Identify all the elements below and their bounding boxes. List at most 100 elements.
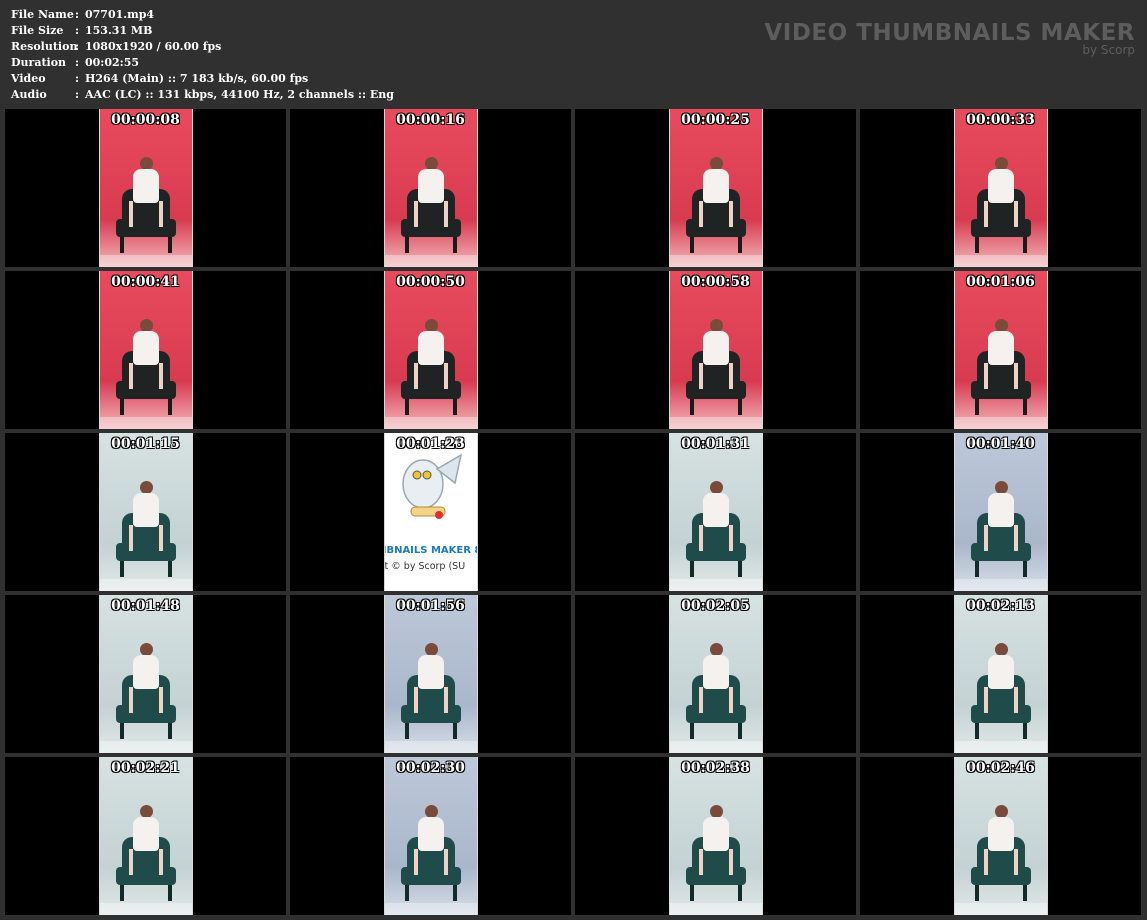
figure-body	[702, 169, 729, 203]
person-figure	[983, 157, 1018, 227]
thumbnail-frame: 00:00:50	[384, 271, 477, 429]
thumbnail-cell[interactable]: 00:02:05	[575, 595, 856, 753]
figure-body	[132, 493, 159, 527]
figure-legs	[983, 201, 1018, 227]
chair-leg	[737, 561, 742, 577]
person-figure	[128, 643, 163, 713]
thumbnail-cell[interactable]: 00:00:50	[290, 271, 571, 429]
info-key: Duration	[11, 56, 67, 69]
info-row-file-name: File Name : 07701.mp4	[11, 7, 394, 23]
thumbnail-cell[interactable]: 00:01:15	[5, 433, 286, 591]
chair-leg	[974, 723, 979, 739]
figure-legs	[413, 363, 448, 389]
thumbnail-frame: 00:00:41	[99, 271, 192, 429]
info-row-duration: Duration : 00:02:55	[11, 55, 394, 71]
floor	[669, 255, 762, 267]
person-figure	[413, 157, 448, 227]
thumbnail-frame: MBNAILS MAKER 8 nt © by Scorp (SU 00:01:23	[384, 433, 477, 591]
thumbnail-frame: 00:00:58	[669, 271, 762, 429]
brand-watermark: VIDEO THUMBNAILS MAKER by Scorp	[764, 20, 1135, 56]
thumbnail-cell[interactable]: 00:00:16	[290, 109, 571, 267]
figure-body	[987, 655, 1014, 689]
chair-leg	[974, 885, 979, 901]
thumbnail-cell[interactable]: 00:02:30	[290, 757, 571, 915]
chair-leg	[1022, 237, 1027, 253]
chair-leg	[689, 723, 694, 739]
floor	[384, 417, 477, 429]
person-figure	[983, 481, 1018, 551]
thumbnail-cell[interactable]: MBNAILS MAKER 8 nt © by Scorp (SU 00:01:23	[290, 433, 571, 591]
figure-body	[987, 493, 1014, 527]
figure-body	[132, 169, 159, 203]
figure-legs	[128, 525, 163, 551]
chair-leg	[404, 399, 409, 415]
thumbnail-timestamp: 00:00:08	[111, 112, 180, 128]
figure-body	[417, 817, 444, 851]
floor	[99, 903, 192, 915]
floor	[954, 903, 1047, 915]
chair-leg	[452, 237, 457, 253]
thumbnail-timestamp: 00:02:38	[681, 760, 750, 776]
chair-leg	[452, 885, 457, 901]
thumbnail-cell[interactable]: 00:01:48	[5, 595, 286, 753]
chair-leg	[737, 885, 742, 901]
chair-leg	[119, 561, 124, 577]
person-figure	[698, 481, 733, 551]
thumbnail-cell[interactable]: 00:01:40	[860, 433, 1141, 591]
figure-legs	[983, 687, 1018, 713]
chair-leg	[119, 399, 124, 415]
thumbnail-cell[interactable]: 00:01:31	[575, 433, 856, 591]
info-value-file-size: 153.31 MB	[85, 24, 153, 37]
thumbnail-frame: 00:00:25	[669, 109, 762, 267]
thumbnail-timestamp: 00:02:21	[111, 760, 180, 776]
thumbnail-timestamp: 00:01:15	[111, 436, 180, 452]
figure-body	[987, 331, 1014, 365]
info-separator: :	[75, 8, 80, 21]
thumbnail-frame: 00:02:13	[954, 595, 1047, 753]
figure-body	[132, 655, 159, 689]
person-figure	[413, 319, 448, 389]
thumbnail-timestamp: 00:00:41	[111, 274, 180, 290]
thumbnail-cell[interactable]: 00:00:33	[860, 109, 1141, 267]
floor	[99, 579, 192, 591]
chair-leg	[689, 885, 694, 901]
floor	[99, 741, 192, 753]
floor	[954, 579, 1047, 591]
thumbnail-cell[interactable]: 00:01:56	[290, 595, 571, 753]
thumbnail-frame: 00:00:08	[99, 109, 192, 267]
figure-legs	[698, 201, 733, 227]
figure-body	[702, 331, 729, 365]
thumbnail-timestamp: 00:02:13	[966, 598, 1035, 614]
figure-legs	[128, 849, 163, 875]
figure-legs	[128, 687, 163, 713]
floor	[954, 741, 1047, 753]
chair-leg	[119, 723, 124, 739]
chair-leg	[1022, 399, 1027, 415]
person-figure	[128, 805, 163, 875]
person-figure	[983, 643, 1018, 713]
info-key: Audio	[11, 88, 47, 101]
thumbnail-cell[interactable]: 00:00:58	[575, 271, 856, 429]
chair-leg	[689, 399, 694, 415]
figure-legs	[128, 201, 163, 227]
thumbnail-cell[interactable]: 00:01:06	[860, 271, 1141, 429]
info-value-audio: AAC (LC) :: 131 kbps, 44100 Hz, 2 channe…	[85, 88, 394, 101]
chair-leg	[737, 237, 742, 253]
floor	[669, 579, 762, 591]
figure-legs	[983, 525, 1018, 551]
floor	[669, 417, 762, 429]
chair-leg	[1022, 885, 1027, 901]
thumbnail-timestamp: 00:01:48	[111, 598, 180, 614]
thumbnail-cell[interactable]: 00:00:08	[5, 109, 286, 267]
chair-leg	[1022, 723, 1027, 739]
thumbnail-cell[interactable]: 00:00:25	[575, 109, 856, 267]
thumbnail-cell[interactable]: 00:02:21	[5, 757, 286, 915]
info-separator: :	[75, 40, 80, 53]
info-value-file-name: 07701.mp4	[85, 8, 155, 21]
info-key: Video	[11, 72, 46, 85]
thumbnail-cell[interactable]: 00:02:46	[860, 757, 1141, 915]
thumbnail-cell[interactable]: 00:00:41	[5, 271, 286, 429]
figure-body	[417, 169, 444, 203]
thumbnail-cell[interactable]: 00:02:13	[860, 595, 1141, 753]
thumbnail-cell[interactable]: 00:02:38	[575, 757, 856, 915]
